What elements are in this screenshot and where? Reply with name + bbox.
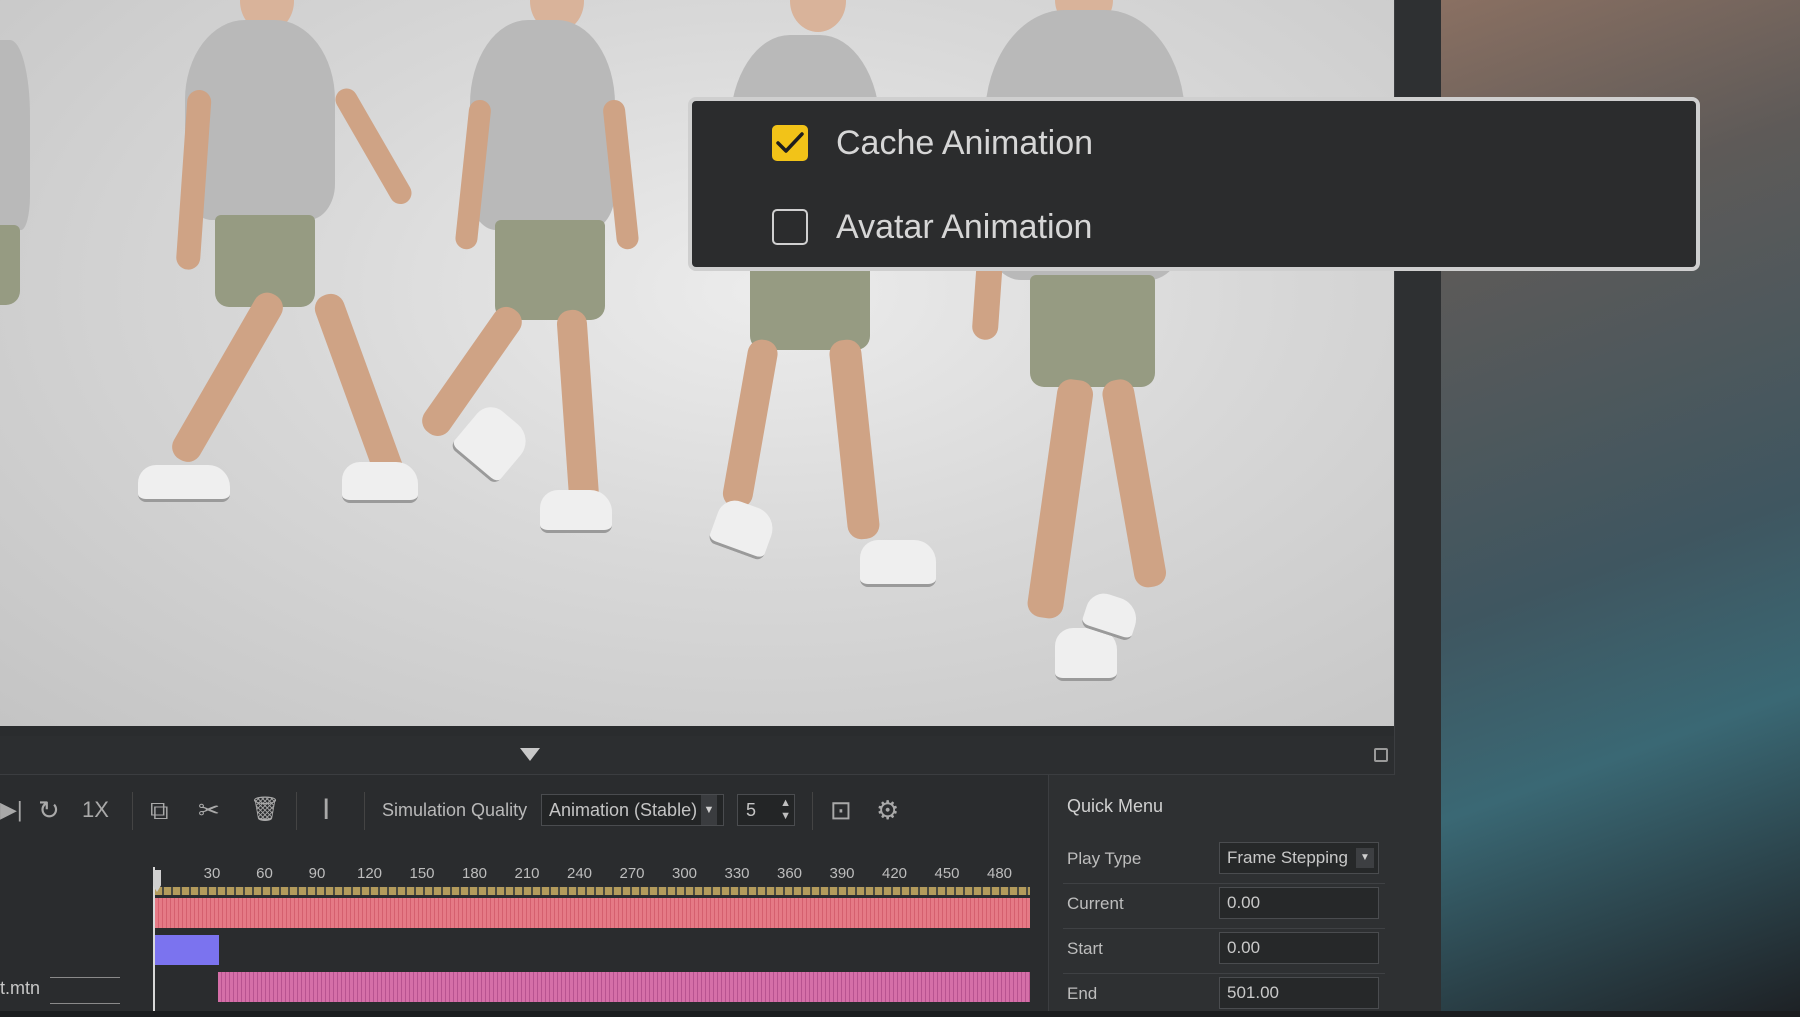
avatar-animation-option[interactable]: Avatar Animation <box>772 205 1092 249</box>
text-cursor-icon[interactable]: I <box>322 795 330 825</box>
cache-animation-checkbox[interactable] <box>772 125 808 161</box>
cache-animation-option[interactable]: Cache Animation <box>772 121 1093 165</box>
current-input[interactable]: 0.00 <box>1219 887 1379 919</box>
duplicate-icon[interactable]: ⧉ <box>150 795 169 825</box>
cache-animation-label: Cache Animation <box>836 123 1094 162</box>
chevron-down-icon: ▼ <box>701 795 717 825</box>
timeline-track-clip[interactable] <box>155 898 1030 928</box>
ruler-tick-label: 330 <box>724 865 750 882</box>
timeline-track-clip[interactable] <box>218 972 1030 1002</box>
scissors-icon[interactable]: ✂ <box>198 795 220 825</box>
ruler-tick-label: 480 <box>986 865 1013 882</box>
play-type-row: Play Type Frame Stepping ▼ <box>1049 837 1395 882</box>
play-type-label: Play Type <box>1067 849 1142 868</box>
avatar-animation-checkbox[interactable] <box>772 209 808 245</box>
animation-timeline: ▶| ↻ 1X ⧉ ✂ 🗑 I Simulation Quality Anima… <box>0 775 1048 1011</box>
ruler-tick-label: 390 <box>829 865 855 882</box>
end-label: End <box>1067 984 1098 1003</box>
ruler-strip <box>155 887 1030 895</box>
start-label: Start <box>1067 939 1103 958</box>
track-name-underline <box>50 1003 120 1004</box>
checkmark-icon <box>776 132 804 153</box>
simulation-quality-value: Animation (Stable) <box>549 800 698 820</box>
ruler-tick-label: 360 <box>776 865 803 882</box>
collapse-arrow-icon[interactable] <box>520 748 540 761</box>
ruler-tick-label: 450 <box>934 865 960 882</box>
viewport-divider[interactable] <box>0 726 1394 736</box>
ruler-tick-label: 300 <box>671 865 698 882</box>
ruler-tick-label: 240 <box>566 865 593 882</box>
end-input[interactable]: 501.00 <box>1219 977 1379 1009</box>
quality-stepper-value: 5 <box>746 800 757 820</box>
track-name-underline <box>50 977 120 978</box>
current-row: Current 0.00 <box>1049 882 1395 927</box>
animation-options-popup: Cache Animation Avatar Animation <box>688 97 1700 271</box>
ruler-tick-label: 420 <box>881 865 908 882</box>
start-row: Start 0.00 <box>1049 927 1395 972</box>
loop-icon[interactable]: ↻ <box>38 795 60 825</box>
current-label: Current <box>1067 894 1124 913</box>
timeline-track-clip[interactable] <box>155 935 219 965</box>
settings-gears-icon[interactable]: ⚙ <box>876 795 899 825</box>
quality-stepper[interactable]: 5 ▲ ▼ <box>737 794 795 826</box>
ruler-tick-label: 90 <box>308 865 326 882</box>
popout-icon[interactable] <box>1374 748 1388 762</box>
toolbar-separator <box>296 792 297 830</box>
toolbar-separator <box>132 792 133 830</box>
toolbar-separator <box>812 792 813 830</box>
timeline-ruler[interactable]: 30 60 90 120 150 180 210 240 270 300 330 360 390 420 4… <box>155 865 1030 901</box>
avatar-animation-label: Avatar Animation <box>836 207 1093 246</box>
speed-button[interactable]: 1X <box>82 795 109 825</box>
skip-end-icon[interactable]: ▶| <box>0 795 23 825</box>
stepper-arrows-icon[interactable]: ▲ ▼ <box>780 797 791 823</box>
ruler-tick-label: 60 <box>256 865 273 882</box>
ruler-tick-label: 150 <box>409 865 435 882</box>
timeline-toolbar: ▶| ↻ 1X ⧉ ✂ 🗑 I Simulation Quality Anima… <box>0 775 1048 847</box>
toolbar-separator <box>364 792 365 830</box>
camera-capture-icon[interactable]: ⊡ <box>830 795 852 825</box>
ruler-tick-label: 120 <box>356 865 383 882</box>
timeline-collapse-bar <box>0 736 1394 775</box>
play-type-value: Frame Stepping <box>1227 848 1348 867</box>
start-input[interactable]: 0.00 <box>1219 932 1379 964</box>
quick-menu-title: Quick Menu <box>1067 796 1164 816</box>
chevron-down-icon: ▼ <box>1356 848 1374 868</box>
track-name[interactable]: t.mtn <box>0 978 40 999</box>
play-type-select[interactable]: Frame Stepping ▼ <box>1219 842 1379 874</box>
simulation-quality-label: Simulation Quality <box>382 800 528 820</box>
simulation-quality-select[interactable]: Animation (Stable) ▼ <box>541 794 724 826</box>
ruler-tick-label: 30 <box>203 865 221 882</box>
end-row: End 501.00 <box>1049 972 1395 1017</box>
ruler-tick-label: 270 <box>619 865 645 882</box>
trash-icon[interactable]: 🗑 <box>250 795 280 825</box>
ruler-tick-label: 180 <box>461 865 488 882</box>
quick-menu-panel: Quick Menu Play Type Frame Stepping ▼ Cu… <box>1048 775 1395 1011</box>
ruler-tick-label: 210 <box>514 865 540 882</box>
